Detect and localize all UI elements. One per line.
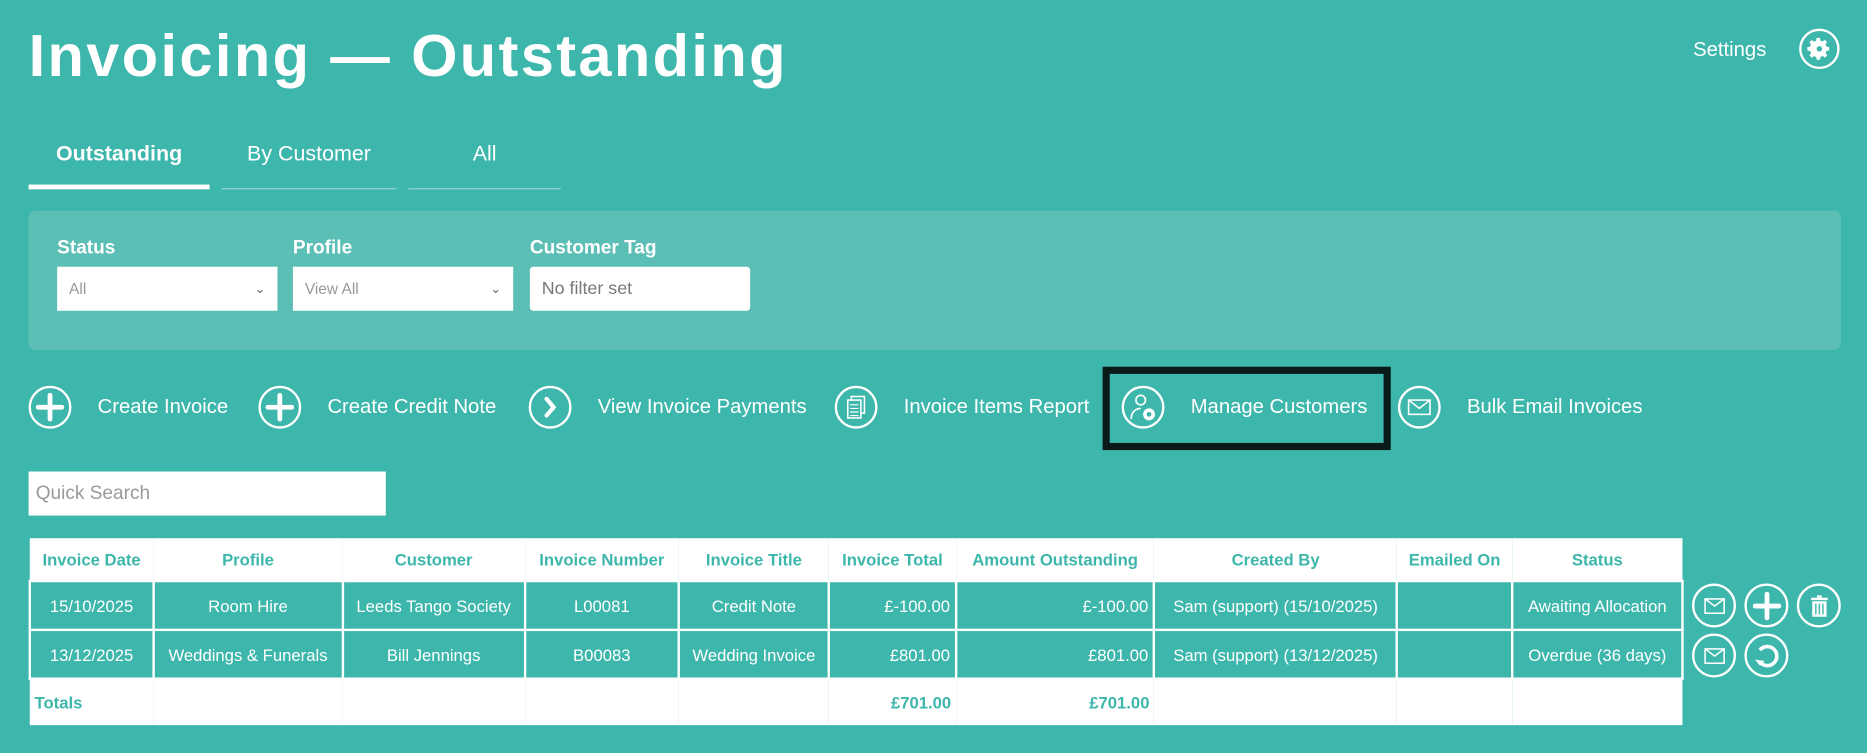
refresh-icon[interactable] (1744, 633, 1789, 678)
column-header[interactable]: Amount Outstanding (955, 538, 1155, 582)
plus-icon (258, 385, 302, 429)
column-header[interactable]: Invoice Total (828, 538, 956, 582)
cell-amount-outstanding: £-100.00 (954, 579, 1156, 632)
tab-by-customer[interactable]: By Customer (221, 142, 397, 190)
customer-tag-filter-label: Customer Tag (529, 238, 657, 259)
column-header[interactable]: Created By (1154, 538, 1397, 582)
envelope-icon[interactable] (1691, 583, 1737, 628)
cell-emailed-on (1395, 579, 1514, 632)
settings-link[interactable]: Settings (1693, 38, 1766, 62)
chevron-right-icon (528, 385, 572, 429)
cell-invoice-number: L00081 (523, 579, 681, 632)
table-row[interactable]: 13/12/2025 Weddings & Funerals Bill Jenn… (28, 628, 1684, 680)
invoice-items-report-label: Invoice Items Report (903, 395, 1090, 418)
trash-icon[interactable] (1796, 583, 1841, 628)
table-row[interactable]: 15/10/2025 Room Hire Leeds Tango Society… (28, 579, 1684, 632)
tab-outstanding[interactable]: Outstanding (28, 142, 210, 190)
cell-invoice-date: 15/10/2025 (28, 579, 155, 632)
plus-icon (28, 385, 72, 429)
envelope-icon (1397, 385, 1441, 429)
create-invoice-button[interactable]: Create Invoice (28, 385, 229, 430)
status-select[interactable]: All ⌄ (57, 266, 278, 311)
cell-status: Awaiting Allocation (1511, 579, 1684, 632)
cell-amount-outstanding: £801.00 (954, 628, 1156, 680)
cell-invoice-title: Credit Note (677, 579, 831, 632)
view-invoice-payments-label: View Invoice Payments (597, 395, 807, 418)
view-invoice-payments-button[interactable]: View Invoice Payments (528, 385, 807, 430)
cell-invoice-total: £801.00 (827, 628, 958, 680)
cell-emailed-on (1395, 628, 1514, 680)
cell-profile: Weddings & Funerals (152, 628, 344, 680)
manage-customers-button[interactable]: Manage Customers (1121, 385, 1368, 430)
chevron-down-icon: ⌄ (254, 282, 266, 297)
invoice-items-report-button[interactable]: Invoice Items Report (834, 385, 1090, 430)
cell-created-by: Sam (support) (15/10/2025) (1153, 579, 1399, 632)
page-title: Invoicing — Outstanding (28, 22, 788, 90)
cell-status: Overdue (36 days) (1511, 628, 1684, 680)
totals-row: Totals £701.00 £701.00 (29, 678, 1683, 726)
gear-icon[interactable] (1799, 28, 1840, 70)
column-header[interactable]: Profile (153, 538, 343, 582)
cell-invoice-number: B00083 (523, 628, 681, 680)
profile-filter-label: Profile (292, 238, 353, 259)
cell-customer: Leeds Tango Society (341, 579, 526, 632)
cell-invoice-total: £-100.00 (827, 579, 958, 632)
profile-select[interactable]: View All ⌄ (292, 266, 514, 311)
create-credit-note-label: Create Credit Note (327, 395, 497, 418)
bulk-email-invoices-label: Bulk Email Invoices (1466, 395, 1643, 418)
row-actions (1691, 633, 1789, 678)
status-select-value: All (69, 279, 87, 298)
plus-icon[interactable] (1744, 583, 1789, 628)
column-header[interactable]: Invoice Number (524, 538, 679, 582)
totals-label: Totals (29, 678, 154, 726)
cell-profile: Room Hire (152, 579, 344, 632)
table-header-row: Invoice Date Profile Customer Invoice Nu… (29, 538, 1683, 582)
column-header[interactable]: Invoice Title (678, 538, 829, 582)
tab-all[interactable]: All (408, 142, 561, 190)
chevron-down-icon: ⌄ (490, 282, 502, 297)
cell-invoice-date: 13/12/2025 (28, 628, 155, 680)
document-icon (834, 385, 878, 429)
total-invoice-total: £701.00 (828, 678, 956, 726)
create-invoice-label: Create Invoice (97, 395, 229, 418)
quick-search-input[interactable]: Quick Search (28, 471, 386, 516)
total-amount-outstanding: £701.00 (955, 678, 1155, 726)
column-header[interactable]: Customer (342, 538, 525, 582)
column-header[interactable]: Emailed On (1396, 538, 1513, 582)
bulk-email-invoices-button[interactable]: Bulk Email Invoices (1397, 385, 1643, 430)
create-credit-note-button[interactable]: Create Credit Note (258, 385, 496, 430)
manage-customers-label: Manage Customers (1190, 395, 1368, 418)
profile-select-value: View All (304, 279, 359, 298)
column-header[interactable]: Status (1512, 538, 1683, 582)
cell-created-by: Sam (support) (13/12/2025) (1153, 628, 1399, 680)
user-gear-icon (1121, 385, 1165, 429)
status-filter-label: Status (57, 238, 116, 259)
cell-customer: Bill Jennings (341, 628, 526, 680)
invoices-table: Invoice Date Profile Customer Invoice Nu… (28, 538, 1684, 726)
row-actions (1691, 583, 1841, 628)
customer-tag-input[interactable]: No filter set (529, 266, 751, 311)
envelope-icon[interactable] (1691, 633, 1737, 678)
column-header[interactable]: Invoice Date (29, 538, 154, 582)
cell-invoice-title: Wedding Invoice (677, 628, 831, 680)
